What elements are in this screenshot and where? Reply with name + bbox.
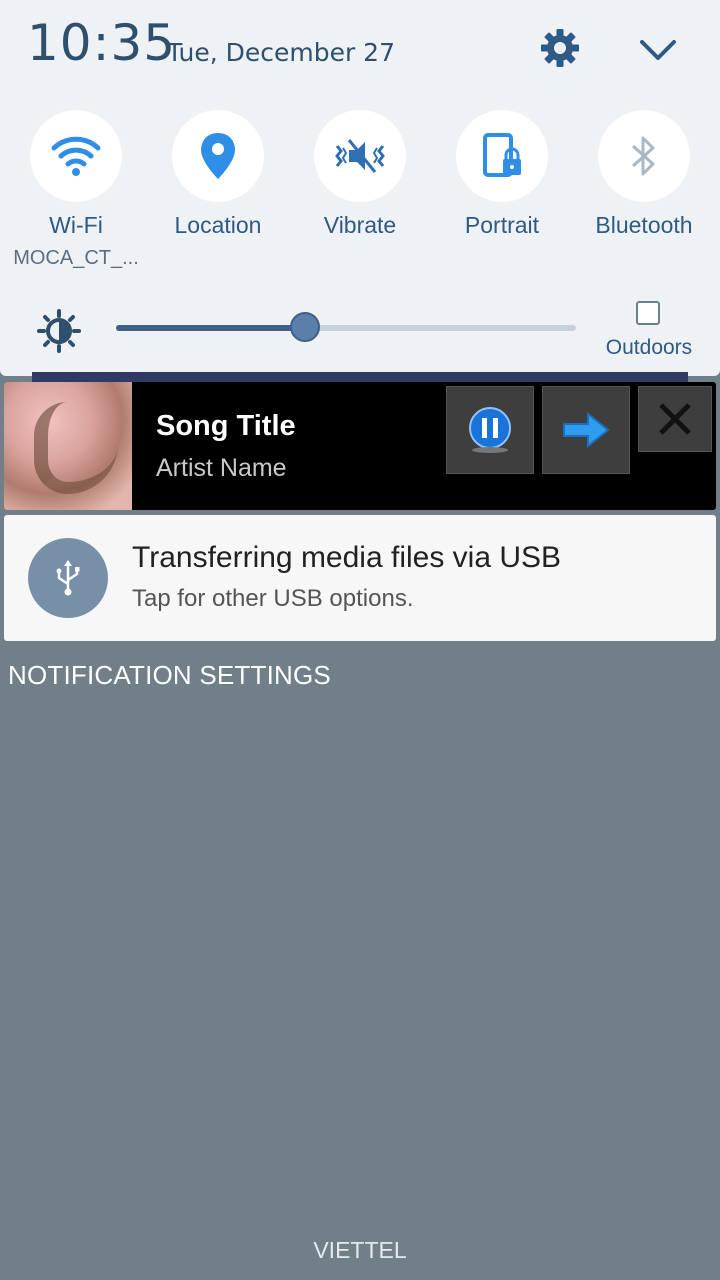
outdoors-label: Outdoors [605, 336, 693, 359]
date: Tue, December 27 [167, 38, 395, 67]
location-pin-icon [172, 110, 264, 202]
notification-settings-button[interactable]: NOTIFICATION SETTINGS [8, 660, 331, 691]
tile-label: Bluetooth [595, 212, 693, 238]
chevron-down-icon[interactable] [636, 28, 680, 72]
tile-location[interactable]: Location [147, 110, 289, 239]
usb-icon [28, 538, 108, 618]
quick-settings-panel: 10:35 Tue, December 27 Wi-Fi MOCA_CT_...… [0, 0, 720, 376]
tile-label: Wi-Fi [49, 212, 103, 238]
tile-label: Location [174, 212, 262, 238]
outdoors-checkbox[interactable] [636, 301, 660, 325]
brightness-slider-fill [116, 325, 305, 331]
brightness-slider[interactable] [116, 312, 576, 342]
tile-vibrate[interactable]: Vibrate [289, 110, 431, 239]
bluetooth-icon [598, 110, 690, 202]
wifi-icon [30, 110, 122, 202]
vibrate-icon [314, 110, 406, 202]
portrait-lock-icon [456, 110, 548, 202]
tile-bluetooth[interactable]: Bluetooth [573, 110, 715, 239]
brightness-slider-thumb[interactable] [289, 312, 320, 342]
tile-sublabel: MOCA_CT_... [13, 247, 139, 269]
album-art [4, 382, 132, 510]
song-title: Song Title [156, 410, 296, 442]
next-button[interactable] [542, 386, 630, 474]
music-notification[interactable]: Song Title Artist Name [4, 382, 716, 510]
pause-button[interactable] [446, 386, 534, 474]
tile-label: Vibrate [323, 212, 397, 238]
carrier-name: VIETTEL [313, 1237, 407, 1263]
usb-notification-subtitle: Tap for other USB options. [132, 585, 414, 612]
arrow-right-icon [563, 411, 610, 449]
brightness-icon [36, 308, 82, 354]
artist-name: Artist Name [156, 454, 287, 482]
usb-notification-title: Transferring media files via USB [132, 541, 562, 574]
usb-notification[interactable]: Transferring media files via USB Tap for… [4, 515, 716, 641]
tile-portrait[interactable]: Portrait [431, 110, 573, 239]
pause-icon [469, 407, 511, 453]
clock: 10:35 [27, 14, 177, 72]
gear-icon[interactable] [538, 26, 582, 70]
tile-wifi[interactable]: Wi-Fi MOCA_CT_... [5, 110, 147, 270]
tile-label: Portrait [464, 212, 540, 238]
close-button[interactable] [638, 386, 712, 452]
close-icon [659, 403, 691, 435]
